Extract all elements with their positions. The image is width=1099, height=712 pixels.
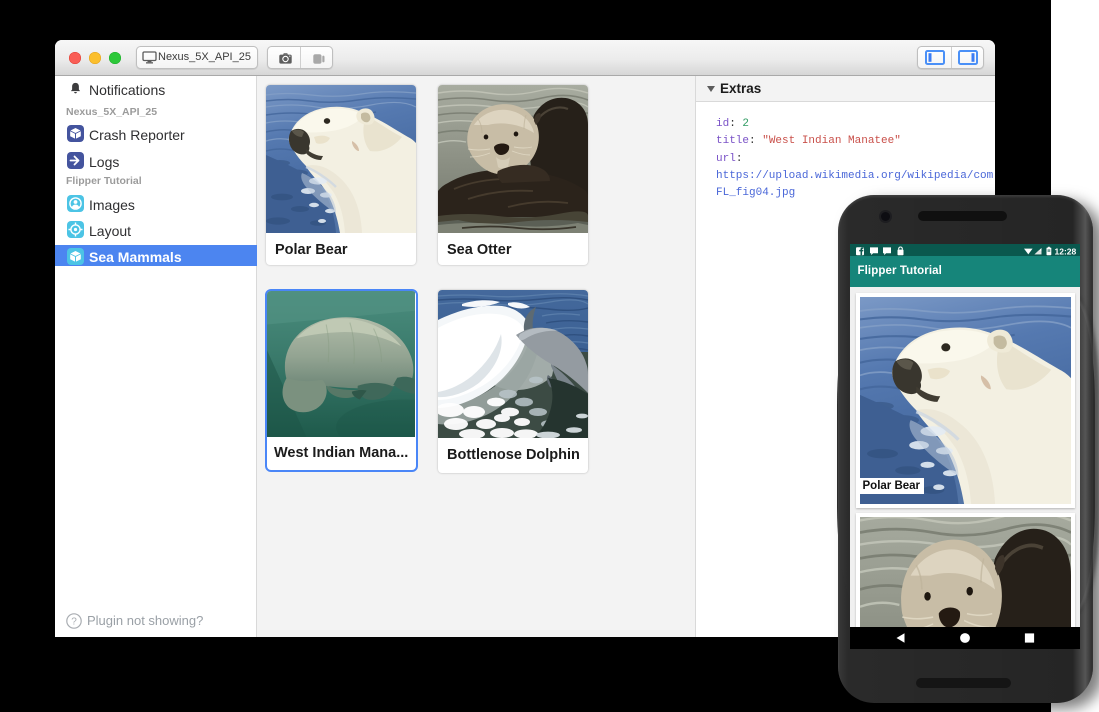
svg-text:?: ?: [71, 617, 77, 628]
svg-text:12:28: 12:28: [1054, 246, 1076, 256]
